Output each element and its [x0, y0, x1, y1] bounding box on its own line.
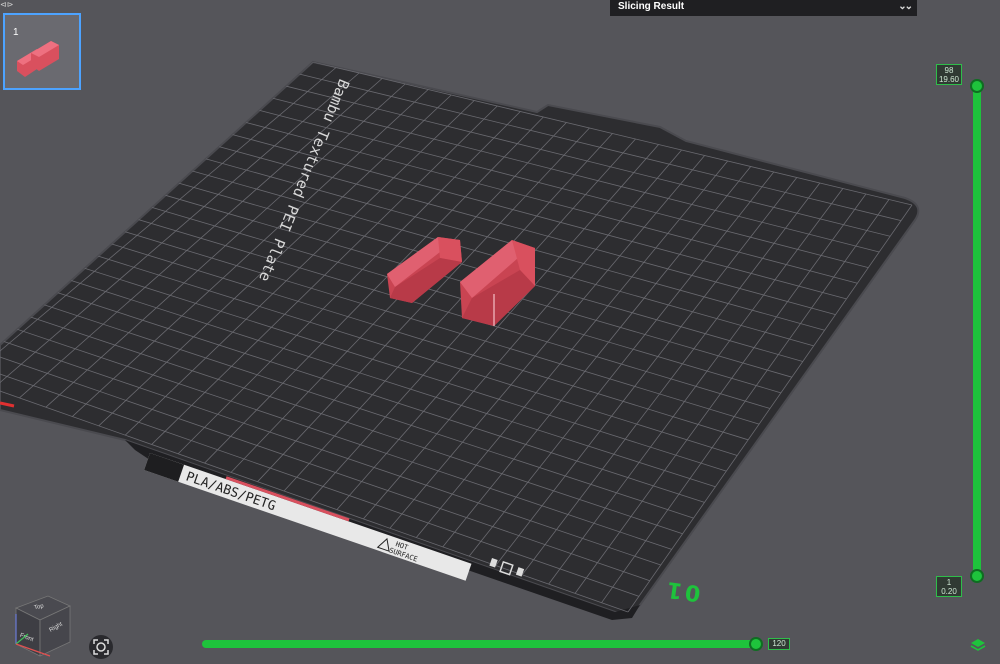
focus-icon [93, 639, 109, 655]
layer-top-readout: 98 19.60 [936, 64, 962, 85]
move-slider-track[interactable] [202, 640, 758, 648]
plate-number-label: 01 [662, 575, 703, 606]
top-layer-height: 19.60 [938, 75, 960, 84]
bottom-layer-height: 0.20 [941, 587, 957, 596]
layer-bottom-readout: 1 0.20 [936, 576, 962, 597]
view-cube[interactable]: Top Front Right [6, 592, 74, 660]
move-slider-handle[interactable] [749, 637, 763, 651]
plate-thumbnail[interactable]: 1 [3, 13, 81, 90]
collapse-sidebar-icon[interactable]: ⊲⊳ [0, 0, 13, 9]
layer-slider-track[interactable] [973, 86, 981, 576]
zoom-to-fit-button[interactable] [89, 635, 113, 659]
move-slider-readout: 120 [768, 638, 790, 650]
3d-viewport[interactable]: Bambu Textured PEI Plate PLA/ABS/PETG HO… [0, 0, 1000, 664]
layers-icon [970, 639, 986, 651]
bottom-layer-number: 1 [946, 578, 952, 587]
top-layer-number: 98 [944, 66, 954, 75]
build-plate [0, 60, 920, 615]
build-plate-scene: Bambu Textured PEI Plate PLA/ABS/PETG HO… [0, 60, 920, 620]
layers-toggle-button[interactable] [970, 637, 986, 653]
plate-preview-icon [17, 41, 59, 77]
slicing-result-panel[interactable]: Slicing Result ⌄⌄ [610, 0, 917, 16]
slicing-result-title: Slicing Result [618, 1, 685, 12]
double-chevron-down-icon[interactable]: ⌄⌄ [898, 1, 913, 12]
layer-slider-bottom-handle[interactable] [970, 569, 984, 583]
layer-slider-top-handle[interactable] [970, 79, 984, 93]
